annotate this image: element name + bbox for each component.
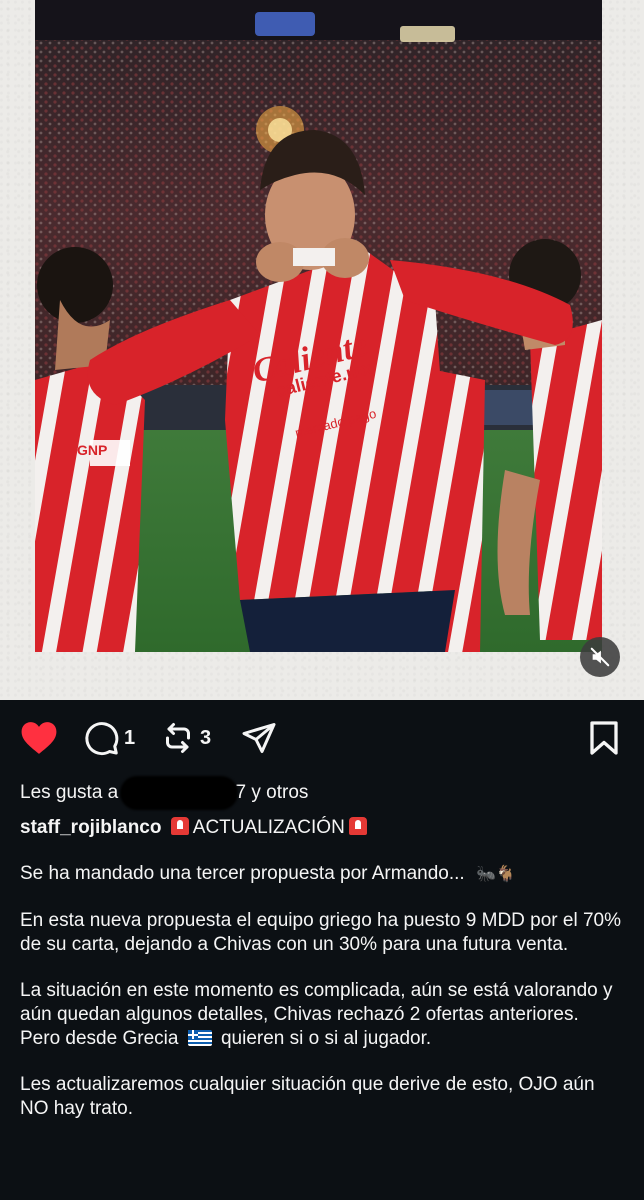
post-caption: Les gusta a 7 y otros staff_rojiblanco A… [20, 776, 624, 1121]
siren-icon [170, 817, 189, 835]
repost-icon [166, 723, 190, 753]
post-media-frame: Caliente caliente.mx mercado pago GNP [0, 0, 644, 700]
player-celebration-image: Caliente caliente.mx mercado pago GNP [35, 0, 602, 652]
repost-button[interactable]: 3 [160, 718, 211, 758]
mute-button[interactable] [580, 637, 620, 677]
save-button[interactable] [588, 718, 620, 758]
ant-goat-emoji: 🐜🐐 [475, 866, 516, 883]
side-sponsor-text: GNP [77, 442, 107, 458]
like-button[interactable] [20, 718, 58, 758]
caption-title: ACTUALIZACIÓN [192, 817, 345, 838]
comment-icon [85, 722, 119, 756]
repost-count: 3 [200, 726, 212, 749]
share-button[interactable] [240, 718, 278, 758]
caption-paragraph-1-text: Se ha mandado una tercer propuesta por A… [20, 863, 465, 884]
likes-suffix: y otros [251, 782, 309, 803]
likes-summary[interactable]: Les gusta a 7 y otros [20, 776, 624, 810]
comment-button[interactable]: 1 [84, 718, 135, 758]
likes-prefix: Les gusta a [20, 782, 119, 803]
post-username[interactable]: staff_rojiblanco [20, 817, 161, 838]
share-icon [242, 723, 276, 753]
post-action-bar: 1 3 [0, 700, 644, 776]
siren-icon [348, 817, 367, 835]
redacted-username [119, 776, 238, 810]
post-photo[interactable]: Caliente caliente.mx mercado pago GNP [35, 0, 602, 652]
caption-paragraph-3b-text: quieren si o si al jugador. [220, 1028, 432, 1049]
bookmark-icon [590, 721, 618, 755]
mute-icon [590, 647, 610, 667]
heart-icon [21, 722, 57, 754]
caption-header: staff_rojiblanco ACTUALIZACIÓN [20, 816, 624, 840]
comment-count: 1 [124, 726, 136, 749]
caption-paragraph-3: La situación en este momento es complica… [20, 979, 624, 1051]
caption-paragraph-1: Se ha mandado una tercer propuesta por A… [20, 862, 624, 887]
caption-paragraph-4: Les actualizaremos cualquier situación q… [20, 1074, 595, 1119]
caption-paragraph-2: En esta nueva propuesta el equipo griego… [20, 910, 622, 955]
greece-flag-icon [187, 1030, 212, 1046]
